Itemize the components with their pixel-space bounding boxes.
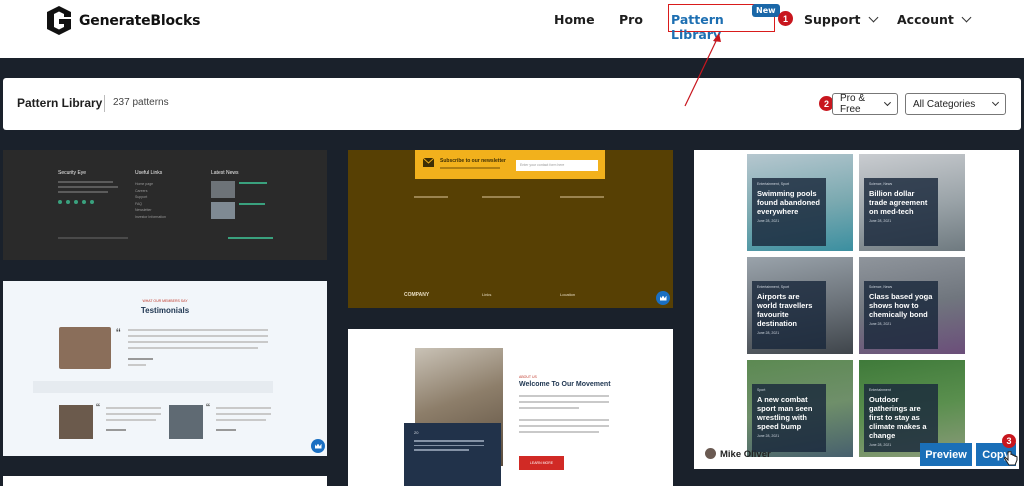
pattern-card-testimonials[interactable]: WHAT OUR MEMBERS SAY Testimonials “ “ “ xyxy=(3,281,327,456)
plan-filter-select[interactable]: Pro & Free xyxy=(832,93,898,115)
post-date: June 28, 2021 xyxy=(869,219,892,223)
post-title: Outdoor gatherings are first to stay as … xyxy=(869,395,927,440)
testimonial-avatar xyxy=(59,405,93,439)
post-category: Science, News xyxy=(869,182,893,186)
plan-filter-value: Pro & Free xyxy=(840,93,866,115)
movement-title: Welcome To Our Movement xyxy=(519,381,611,388)
pattern-card-footer[interactable]: Security Eye Useful Links Home page Care… xyxy=(3,150,327,260)
footer-brand: Security Eye xyxy=(58,170,87,176)
testimonials-title: Testimonials xyxy=(140,306,190,315)
post-date: June 28, 2021 xyxy=(869,322,892,326)
blog-post-card[interactable]: Sport A new combat sport man seen wrestl… xyxy=(747,360,853,457)
post-category: Entertainment, Sport xyxy=(757,285,790,289)
page-title: Pattern Library xyxy=(17,96,103,110)
crown-icon xyxy=(656,291,670,305)
post-title: Billion dollar trade agreement on med-te… xyxy=(869,189,928,216)
nav-pro[interactable]: Pro xyxy=(619,12,643,27)
footer-links-heading: Links xyxy=(482,292,492,297)
quote-icon: “ xyxy=(96,401,100,415)
brand-name: GenerateBlocks xyxy=(79,12,201,29)
newsletter-title: Subscribe to our newsletter xyxy=(440,158,506,164)
post-category: Science, News xyxy=(869,285,893,289)
blog-post-overlay: Entertainment, Sport Airports are world … xyxy=(752,281,826,349)
newsletter-box: Subscribe to our newsletter Enter your c… xyxy=(415,150,605,179)
author-name: Mike Oliver xyxy=(720,449,771,460)
blog-post-overlay: Entertainment Outdoor gatherings are fir… xyxy=(864,384,938,452)
footer-location-heading: Location xyxy=(560,292,576,297)
nav-pattern-library-label: Pattern Library xyxy=(671,12,724,42)
step-marker-1: 1 xyxy=(778,11,793,26)
post-category: Sport xyxy=(757,388,766,392)
post-title: A new combat sport man seen wrestling wi… xyxy=(757,395,813,431)
chevron-down-icon xyxy=(991,98,1000,107)
logo-mark-icon xyxy=(47,6,71,35)
learn-more-button[interactable]: LEARN MORE xyxy=(519,456,564,470)
post-title: Class based yoga shows how to chemically… xyxy=(869,292,933,319)
divider xyxy=(104,95,105,112)
testimonials-kicker: WHAT OUR MEMBERS SAY xyxy=(142,299,188,303)
post-category: Entertainment xyxy=(869,388,891,392)
blog-post-card[interactable]: Entertainment, Sport Airports are world … xyxy=(747,257,853,354)
quote-box: 20 xyxy=(404,423,501,486)
post-title: Swimming pools found abandoned everywher… xyxy=(757,189,820,216)
footer-links-list: Home page Careers Support FAQ Newsletter… xyxy=(135,182,166,219)
crown-icon xyxy=(311,439,325,453)
post-title: Airports are world travellers favourite … xyxy=(757,292,813,328)
nav-pattern-library[interactable]: Pattern Library New xyxy=(668,4,780,42)
new-badge: New xyxy=(752,4,780,17)
footer-company-heading: COMPANY xyxy=(404,292,430,298)
cursor-hand-icon xyxy=(1004,451,1018,466)
post-category: Entertainment, Sport xyxy=(757,182,790,186)
pattern-card-blog-grid[interactable]: Entertainment, Sport Swimming pools foun… xyxy=(694,150,1019,469)
post-date: June 28, 2021 xyxy=(757,434,780,438)
quote-label: 20 xyxy=(414,430,419,435)
pattern-library-toolbar: Pattern Library 237 patterns 2 Pro & Fre… xyxy=(3,78,1021,130)
testimonial-avatar xyxy=(169,405,203,439)
pattern-count: 237 patterns xyxy=(113,97,169,108)
blog-post-overlay: Science, News Class based yoga shows how… xyxy=(864,281,938,349)
category-filter-select[interactable]: All Categories xyxy=(905,93,1006,115)
pattern-card-partial[interactable] xyxy=(3,476,327,486)
blog-post-card[interactable]: Science, News Billion dollar trade agree… xyxy=(859,154,965,251)
blog-post-card[interactable]: Entertainment, Sport Swimming pools foun… xyxy=(747,154,853,251)
blog-post-overlay: Science, News Billion dollar trade agree… xyxy=(864,178,938,246)
nav-support[interactable]: Support xyxy=(804,12,878,27)
pattern-card-movement[interactable]: 20 ABOUT US Welcome To Our Movement LEAR… xyxy=(348,329,673,486)
footer-links-heading: Useful Links xyxy=(135,170,163,176)
author-avatar xyxy=(705,448,716,459)
step-marker-3: 3 xyxy=(1002,434,1016,448)
category-filter-value: All Categories xyxy=(913,98,976,110)
newsletter-email-input[interactable]: Enter your contact form here xyxy=(516,160,598,171)
blog-post-overlay: Sport A new combat sport man seen wrestl… xyxy=(752,384,826,452)
blog-post-overlay: Entertainment, Sport Swimming pools foun… xyxy=(752,178,826,246)
pattern-card-newsletter[interactable]: Subscribe to our newsletter Enter your c… xyxy=(348,150,673,308)
preview-button[interactable]: Preview xyxy=(920,443,972,466)
quote-icon: “ xyxy=(206,401,210,415)
mail-icon xyxy=(423,158,434,167)
top-navigation: GenerateBlocks Home Pro Pattern Library … xyxy=(0,0,1024,58)
chevron-down-icon xyxy=(961,12,972,23)
nav-home[interactable]: Home xyxy=(554,12,595,27)
movement-kicker: ABOUT US xyxy=(519,375,537,379)
blog-post-card[interactable]: Science, News Class based yoga shows how… xyxy=(859,257,965,354)
post-date: June 28, 2021 xyxy=(757,331,780,335)
quote-icon: “ xyxy=(116,325,121,341)
nav-account[interactable]: Account xyxy=(897,12,972,27)
post-date: June 28, 2021 xyxy=(757,219,780,223)
brand-logo[interactable]: GenerateBlocks xyxy=(44,4,200,37)
footer-news-heading: Latest News xyxy=(211,170,239,176)
chevron-down-icon xyxy=(868,12,878,23)
testimonial-avatar xyxy=(59,327,111,369)
